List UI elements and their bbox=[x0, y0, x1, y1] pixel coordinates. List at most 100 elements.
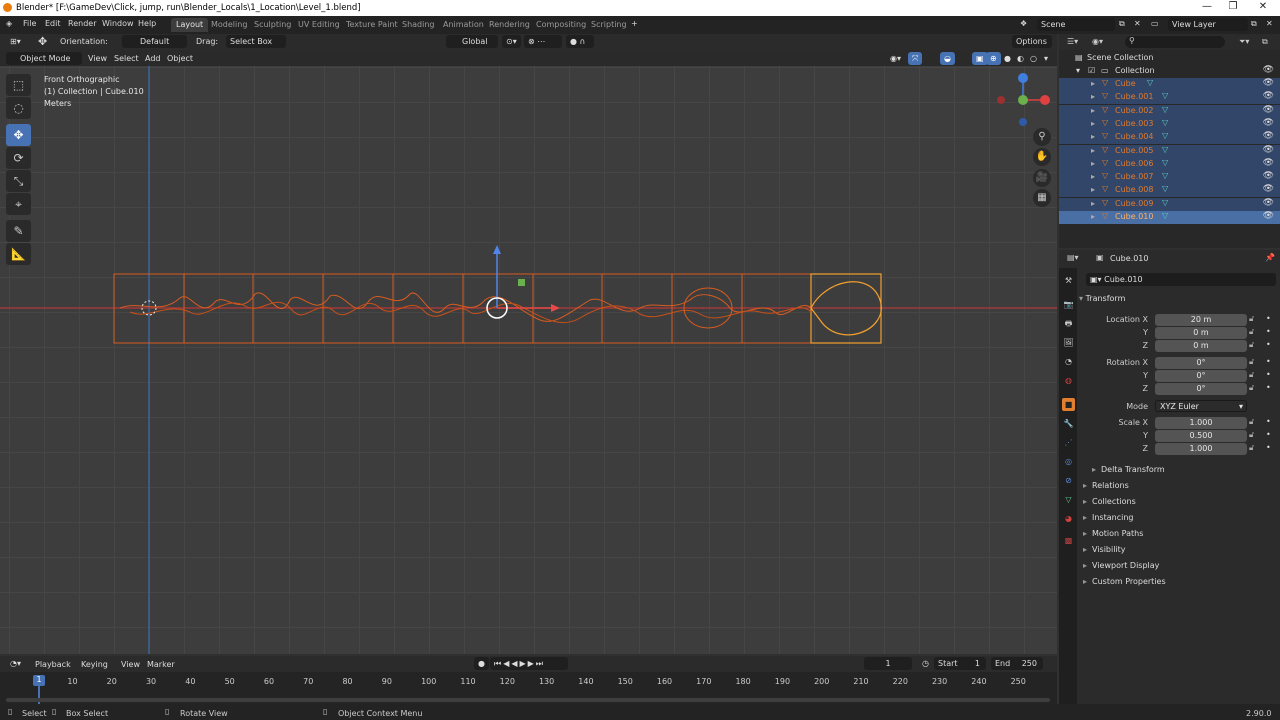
panel-visibility[interactable]: Visibility bbox=[1083, 545, 1125, 554]
constraints-tab-icon[interactable]: ⊘ bbox=[1062, 474, 1075, 487]
keyframe-dot-icon[interactable]: • bbox=[1266, 340, 1271, 349]
rotation-z-field[interactable]: 0° bbox=[1155, 383, 1247, 395]
physics-tab-icon[interactable]: ◎ bbox=[1062, 455, 1075, 468]
mesh-data-icon[interactable]: ▽ bbox=[1162, 91, 1168, 100]
editor-type-icon[interactable]: ⊞▾ bbox=[6, 35, 25, 48]
keyframe-dot-icon[interactable]: • bbox=[1266, 417, 1271, 426]
new-view-layer-icon[interactable]: ⧉ bbox=[1251, 19, 1257, 29]
tool-tab-icon[interactable]: ⚒ bbox=[1062, 274, 1075, 287]
rotate-tool-icon[interactable]: ⟳ bbox=[6, 147, 31, 169]
lock-icon[interactable]: 🔓︎ bbox=[1249, 314, 1254, 324]
display-mode-icon[interactable]: ◉▾ bbox=[1092, 37, 1103, 46]
new-collection-icon[interactable]: ⧉ bbox=[1262, 37, 1268, 47]
outliner-row-object[interactable]: ▸ ▽ Cube ▽ 👁 bbox=[1059, 78, 1280, 91]
mesh-data-icon[interactable]: ▽ bbox=[1147, 78, 1153, 87]
snap-icon[interactable]: ⊗ ⋯ bbox=[524, 35, 562, 48]
minimize-icon[interactable]: — bbox=[1194, 1, 1220, 12]
mode-dropdown[interactable]: Object Mode bbox=[6, 52, 82, 65]
location-x-field[interactable]: 20 m bbox=[1155, 314, 1247, 326]
eye-icon[interactable]: 👁 bbox=[1263, 171, 1274, 181]
3d-viewport[interactable] bbox=[0, 50, 1057, 654]
mesh-data-icon[interactable]: ▽ bbox=[1162, 145, 1168, 154]
mesh-data-icon[interactable]: ▽ bbox=[1162, 198, 1168, 207]
expand-arrow-icon[interactable]: ▸ bbox=[1091, 132, 1095, 141]
texture-tab-icon[interactable]: ▩ bbox=[1062, 534, 1075, 547]
annotate-tool-icon[interactable]: ✎ bbox=[6, 220, 31, 242]
expand-arrow-icon[interactable]: ▸ bbox=[1091, 119, 1095, 128]
maximize-icon[interactable]: ❐ bbox=[1220, 1, 1246, 12]
tab-layout[interactable]: Layout bbox=[171, 18, 209, 32]
delete-scene-icon[interactable]: ✕ bbox=[1134, 19, 1141, 28]
shading-options-icon[interactable]: ▾ bbox=[1040, 52, 1052, 65]
panel-relations[interactable]: Relations bbox=[1083, 481, 1129, 490]
data-tab-icon[interactable]: ▽ bbox=[1062, 493, 1075, 506]
delete-view-layer-icon[interactable]: ✕ bbox=[1266, 19, 1273, 28]
keyframe-dot-icon[interactable]: • bbox=[1266, 370, 1271, 379]
expand-arrow-icon[interactable]: ▸ bbox=[1091, 106, 1095, 115]
playhead[interactable]: 1 bbox=[33, 675, 45, 686]
select-box-icon[interactable]: ⬚ bbox=[6, 74, 31, 96]
lock-icon[interactable]: 🔓︎ bbox=[1249, 327, 1254, 337]
delta-transform-panel[interactable]: Delta Transform bbox=[1092, 465, 1165, 474]
eye-icon[interactable]: 👁 bbox=[1263, 158, 1274, 168]
rendered-shading-icon[interactable]: ○ bbox=[1026, 52, 1041, 65]
mesh-data-icon[interactable]: ▽ bbox=[1162, 131, 1168, 140]
outliner-row-object[interactable]: ▸ ▽ Cube.008 ▽ 👁 bbox=[1059, 184, 1280, 198]
rotation-mode-dropdown[interactable]: XYZ Euler ▾ bbox=[1155, 400, 1247, 412]
eye-icon[interactable]: 👁 bbox=[1263, 211, 1274, 221]
tab-scripting[interactable]: Scripting bbox=[586, 18, 632, 32]
tab-compositing[interactable]: Compositing bbox=[531, 18, 591, 32]
outliner-editor-type-icon[interactable]: ☰▾ bbox=[1067, 37, 1078, 46]
tab-shading[interactable]: Shading bbox=[397, 18, 440, 32]
outliner-row-object[interactable]: ▸ ▽ Cube.002 ▽ 👁 bbox=[1059, 104, 1280, 118]
location-y-field[interactable]: 0 m bbox=[1155, 327, 1247, 339]
menu-view[interactable]: View bbox=[84, 52, 111, 65]
lock-icon[interactable]: 🔓︎ bbox=[1249, 417, 1254, 427]
playback-controls[interactable]: ⏮◀◀▶▶⏭ bbox=[490, 657, 568, 670]
timeline-view-menu[interactable]: View bbox=[117, 658, 144, 671]
scale-tool-icon[interactable]: ⤡ bbox=[6, 170, 31, 192]
outliner-row-object[interactable]: ▸ ▽ Cube.010 ▽ 👁 bbox=[1059, 211, 1280, 224]
mesh-data-icon[interactable]: ▽ bbox=[1162, 211, 1168, 220]
keying-menu[interactable]: Keying bbox=[77, 658, 112, 671]
options-dropdown[interactable]: Options bbox=[1012, 35, 1052, 48]
mesh-data-icon[interactable]: ▽ bbox=[1162, 171, 1168, 180]
tab-modeling[interactable]: Modeling bbox=[206, 18, 252, 32]
scale-x-field[interactable]: 1.000 bbox=[1155, 417, 1247, 429]
record-icon[interactable]: ● bbox=[474, 657, 489, 670]
tab-rendering[interactable]: Rendering bbox=[484, 18, 535, 32]
keyframe-dot-icon[interactable]: • bbox=[1266, 383, 1271, 392]
menu-window[interactable]: Window bbox=[102, 19, 134, 28]
timeline-scrollbar[interactable] bbox=[6, 698, 1050, 702]
overlay-toggle-icon[interactable]: ◒ bbox=[940, 52, 955, 65]
lock-icon[interactable]: 🔓︎ bbox=[1249, 443, 1254, 453]
material-tab-icon[interactable]: ◕ bbox=[1062, 512, 1075, 525]
expand-arrow-icon[interactable]: ▸ bbox=[1091, 199, 1095, 208]
keyframe-dot-icon[interactable]: • bbox=[1266, 314, 1271, 323]
outliner-search-input[interactable]: ⚲ bbox=[1125, 36, 1225, 48]
move-tool-button[interactable]: ✥ bbox=[6, 124, 31, 146]
eye-icon[interactable]: 👁 bbox=[1263, 118, 1274, 128]
scale-y-field[interactable]: 0.500 bbox=[1155, 430, 1247, 442]
menu-file[interactable]: File bbox=[23, 19, 36, 28]
mesh-data-icon[interactable]: ▽ bbox=[1162, 118, 1168, 127]
panel-viewport-display[interactable]: Viewport Display bbox=[1083, 561, 1159, 570]
lock-icon[interactable]: 🔓︎ bbox=[1249, 357, 1254, 367]
keyframe-dot-icon[interactable]: • bbox=[1266, 327, 1271, 336]
proportional-editing-icon[interactable]: ● ∩ bbox=[566, 35, 594, 48]
mesh-data-icon[interactable]: ▽ bbox=[1162, 105, 1168, 114]
lock-icon[interactable]: 🔓︎ bbox=[1249, 340, 1254, 350]
menu-help[interactable]: Help bbox=[138, 19, 156, 28]
panel-motion-paths[interactable]: Motion Paths bbox=[1083, 529, 1143, 538]
eye-icon[interactable]: 👁 bbox=[1263, 91, 1274, 101]
rotation-x-field[interactable]: 0° bbox=[1155, 357, 1247, 369]
menu-select[interactable]: Select bbox=[110, 52, 143, 65]
scale-z-field[interactable]: 1.000 bbox=[1155, 443, 1247, 455]
transform-orientation-dropdown[interactable]: Global bbox=[446, 35, 498, 48]
rotation-y-field[interactable]: 0° bbox=[1155, 370, 1247, 382]
outliner-row-object[interactable]: ▸ ▽ Cube.009 ▽ 👁 bbox=[1059, 197, 1280, 211]
eye-icon[interactable]: 👁 bbox=[1263, 184, 1274, 194]
blender-menu-icon[interactable]: ◈ bbox=[6, 19, 12, 28]
end-frame-field[interactable]: End 250 bbox=[991, 657, 1043, 670]
keyframe-dot-icon[interactable]: • bbox=[1266, 430, 1271, 439]
